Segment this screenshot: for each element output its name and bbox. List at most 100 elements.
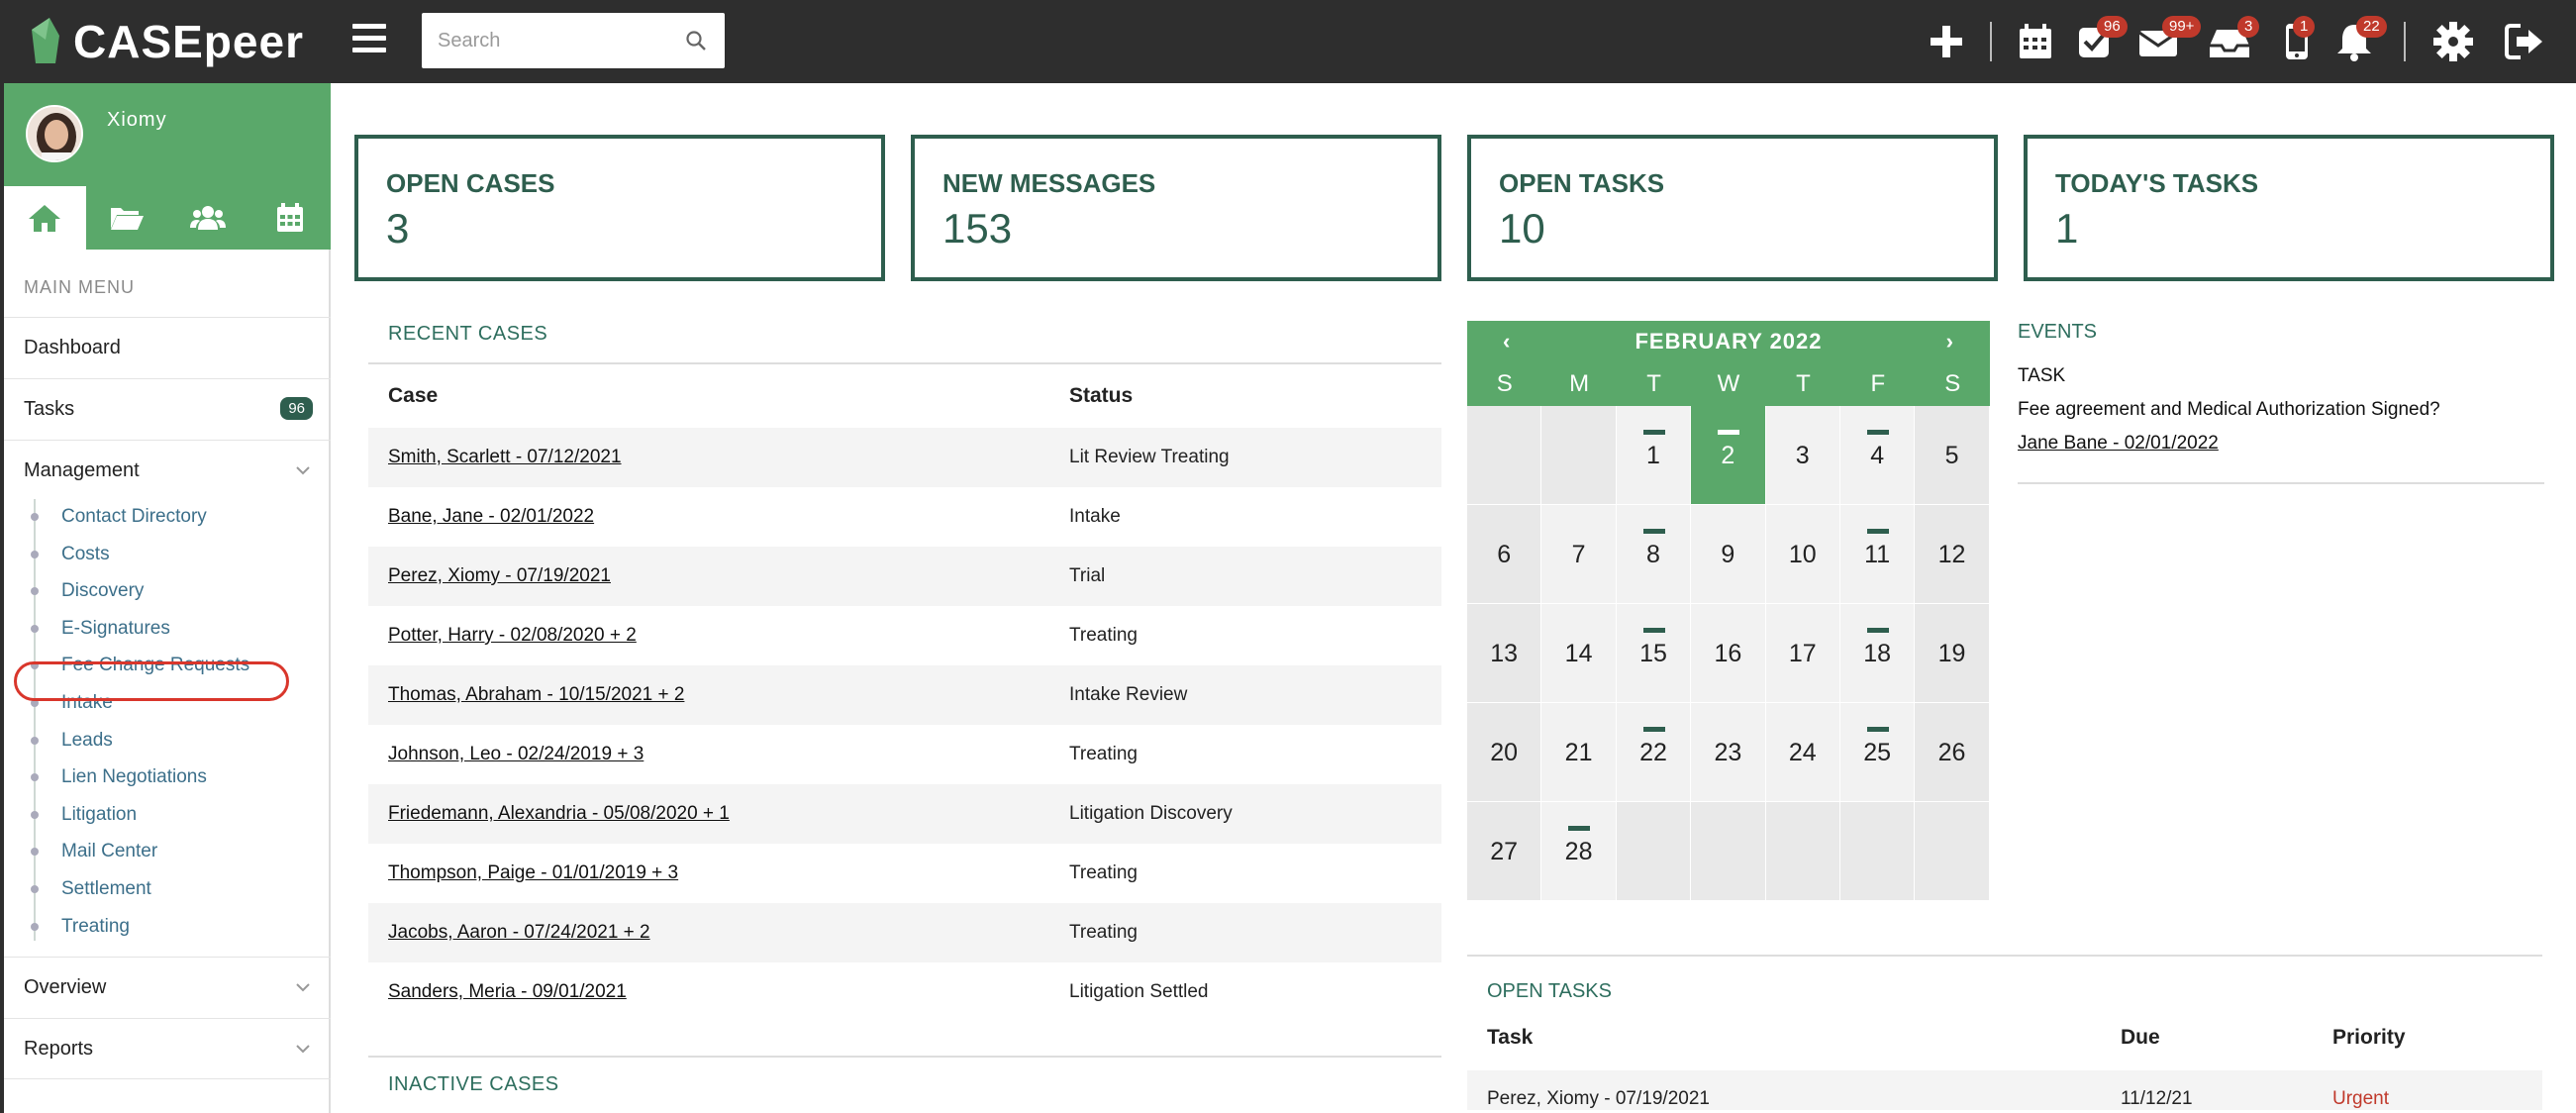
case-link[interactable]: Sanders, Meria - 09/01/2021	[368, 981, 1069, 1003]
tab-calendar[interactable]	[249, 186, 332, 250]
submenu-item-leads[interactable]: Leads	[31, 723, 311, 759]
calendar-day[interactable]: 10	[1765, 505, 1840, 604]
brand[interactable]: CASEpeer	[26, 8, 304, 75]
stat-open-cases[interactable]: OPEN CASES 3	[354, 135, 885, 281]
case-link[interactable]: Perez, Xiomy - 07/19/2021	[368, 565, 1069, 587]
inactive-cases-title: INACTIVE CASES	[388, 1073, 559, 1095]
col-priority-header: Priority	[2332, 1026, 2406, 1049]
sidebar-item-management[interactable]: Management	[4, 440, 331, 501]
calendar-day[interactable]: 11	[1839, 505, 1916, 604]
calendar-day[interactable]: 26	[1915, 703, 1990, 802]
calendar-day[interactable]: 15	[1616, 604, 1692, 703]
submenu-item-intake[interactable]: Intake	[31, 685, 311, 721]
messages-envelope-icon[interactable]: 99+	[2136, 16, 2202, 63]
calendar-day[interactable]: 6	[1467, 505, 1542, 604]
calendar-day[interactable]: 20	[1467, 703, 1542, 802]
event-marker	[1642, 727, 1665, 732]
submenu-item-fee-change-requests[interactable]: Fee Change Requests	[31, 648, 311, 683]
case-link[interactable]: Jacobs, Aaron - 07/24/2021 + 2	[368, 922, 1069, 944]
calendar-day[interactable]: 17	[1765, 604, 1840, 703]
notifications-bell-icon[interactable]: 22	[2332, 16, 2387, 63]
tasks-check-icon[interactable]: 96	[2073, 16, 2128, 63]
submenu-item-litigation[interactable]: Litigation	[31, 797, 311, 833]
tab-cases[interactable]	[86, 186, 168, 250]
logout-icon[interactable]	[2503, 20, 2546, 63]
tab-home[interactable]	[4, 186, 86, 250]
calendar-prev-button[interactable]: ‹	[1503, 329, 1511, 354]
search-input[interactable]	[422, 13, 669, 68]
submenu-item-contact-directory[interactable]: Contact Directory	[31, 499, 311, 535]
calendar-day[interactable]: 5	[1915, 406, 1990, 505]
gear-icon[interactable]	[2431, 20, 2475, 63]
calendar-day[interactable]: 2	[1691, 406, 1766, 505]
event-marker	[1866, 628, 1889, 633]
submenu-item-costs[interactable]: Costs	[31, 537, 311, 572]
case-link[interactable]: Smith, Scarlett - 07/12/2021	[368, 447, 1069, 468]
calendar-day[interactable]: 24	[1765, 703, 1840, 802]
inbox-tray-icon[interactable]: 3	[2208, 16, 2260, 63]
submenu-item-treating[interactable]: Treating	[31, 909, 311, 945]
submenu-item-lien-negotiations[interactable]: Lien Negotiations	[31, 759, 311, 795]
calendar-day[interactable]: 13	[1467, 604, 1542, 703]
calendar-day[interactable]: 14	[1541, 604, 1617, 703]
calendar-day[interactable]: 1	[1616, 406, 1692, 505]
phone-icon[interactable]: 1	[2275, 16, 2319, 63]
submenu-item-settlement[interactable]: Settlement	[31, 871, 311, 907]
stat-value: 3	[386, 205, 410, 252]
task-priority: Urgent	[2332, 1088, 2390, 1109]
calendar-day[interactable]: 18	[1839, 604, 1916, 703]
calendar-day-number: 6	[1497, 541, 1512, 568]
stat-new-messages[interactable]: NEW MESSAGES 153	[911, 135, 1441, 281]
stat-todays-tasks[interactable]: TODAY'S TASKS 1	[2024, 135, 2554, 281]
stat-open-tasks[interactable]: OPEN TASKS 10	[1467, 135, 1998, 281]
calendar-day[interactable]: 4	[1839, 406, 1916, 505]
calendar-day[interactable]: 8	[1616, 505, 1692, 604]
sidebar-item-overview[interactable]: Overview	[4, 957, 331, 1018]
calendar-day[interactable]: 23	[1691, 703, 1766, 802]
calendar-icon[interactable]	[2014, 20, 2057, 63]
calendar-day[interactable]: 9	[1691, 505, 1766, 604]
chevron-down-icon	[296, 1045, 310, 1054]
user-photo-icon	[28, 107, 81, 160]
chevron-down-icon	[296, 983, 310, 992]
calendar-day[interactable]: 16	[1691, 604, 1766, 703]
case-link[interactable]: Bane, Jane - 02/01/2022	[368, 506, 1069, 528]
submenu-item-mail-center[interactable]: Mail Center	[31, 834, 311, 869]
weekday-label: F	[1870, 370, 1886, 397]
case-link[interactable]: Potter, Harry - 02/08/2020 + 2	[368, 625, 1069, 647]
calendar-day[interactable]: 3	[1765, 406, 1840, 505]
table-row[interactable]: Perez, Xiomy - 07/19/2021 11/12/21 Urgent	[1467, 1070, 2542, 1110]
case-link[interactable]: Thomas, Abraham - 10/15/2021 + 2	[368, 684, 1069, 706]
sidebar-item-reports[interactable]: Reports	[4, 1018, 331, 1079]
search-icon[interactable]	[685, 30, 707, 51]
avatar[interactable]	[26, 105, 83, 162]
calendar-day[interactable]: 22	[1616, 703, 1692, 802]
case-link[interactable]: Johnson, Leo - 02/24/2019 + 3	[368, 744, 1069, 765]
event-case-link[interactable]: Jane Bane - 02/01/2022	[2018, 433, 2219, 455]
calendar-day[interactable]: 7	[1541, 505, 1617, 604]
table-row: Jacobs, Aaron - 07/24/2021 + 2 Treating	[368, 903, 1441, 962]
calendar-day[interactable]: 19	[1915, 604, 1990, 703]
sidebar-item-dashboard[interactable]: Dashboard	[4, 317, 331, 378]
calendar-next-button[interactable]: ›	[1946, 329, 1954, 354]
calendar-day-number: 26	[1937, 739, 1966, 766]
case-status: Treating	[1069, 862, 1138, 883]
calendar-day[interactable]: 28	[1541, 802, 1617, 901]
sidebar-item-tasks[interactable]: Tasks 96	[4, 378, 331, 440]
submenu-item-e-signatures[interactable]: E-Signatures	[31, 611, 311, 647]
calendar-day[interactable]: 27	[1467, 802, 1542, 901]
add-icon[interactable]	[1925, 20, 1968, 63]
case-link[interactable]: Friedemann, Alexandria - 05/08/2020 + 1	[368, 803, 1069, 825]
calendar-day[interactable]: 21	[1541, 703, 1617, 802]
calendar-day[interactable]: 25	[1839, 703, 1916, 802]
submenu-item-discovery[interactable]: Discovery	[31, 573, 311, 609]
submenu-item-label: Fee Change Requests	[61, 655, 250, 676]
user-profile[interactable]: Xiomy	[4, 83, 331, 186]
tab-contacts[interactable]	[167, 186, 249, 250]
submenu-item-label: Lien Negotiations	[61, 766, 207, 788]
bullet-dot-icon	[31, 550, 39, 558]
menu-toggle-button[interactable]	[352, 24, 386, 57]
calendar-day[interactable]: 12	[1915, 505, 1990, 604]
weekday-label: S	[1496, 370, 1513, 397]
case-link[interactable]: Thompson, Paige - 01/01/2019 + 3	[368, 862, 1069, 884]
